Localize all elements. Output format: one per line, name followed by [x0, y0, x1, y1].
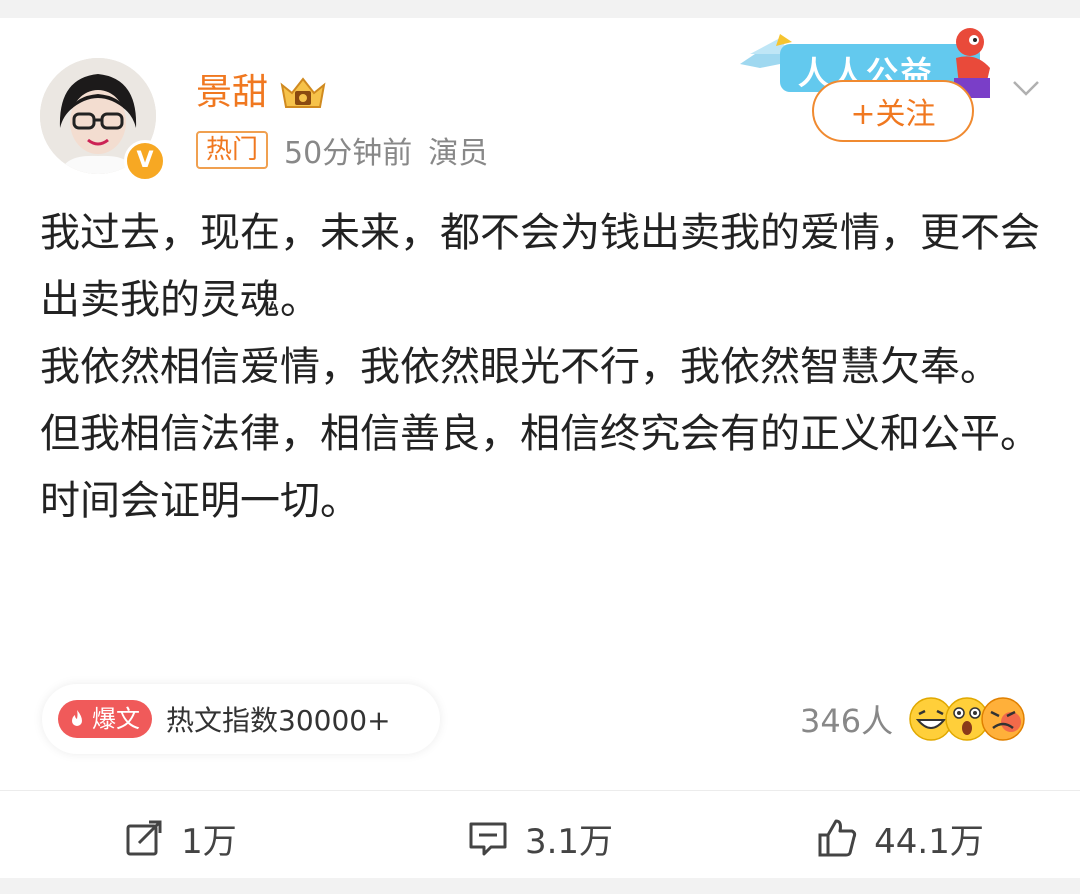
reaction-emojis — [909, 697, 1025, 741]
divider — [0, 790, 1080, 791]
like-count: 44.1万 — [874, 821, 984, 862]
content-line: 我依然相信爱情，我依然眼光不行，我依然智慧欠奉。 — [40, 344, 1000, 390]
post-time: 50分钟前 — [284, 136, 413, 171]
chevron-down-icon[interactable] — [1008, 70, 1044, 106]
thumbs-up-icon — [818, 819, 857, 857]
reaction-count: 346人 — [800, 702, 894, 740]
fire-icon — [72, 710, 82, 726]
action-bar: 1万 3.1万 44.1万 — [0, 806, 1080, 870]
bao-wen-badge: 爆文 — [58, 700, 152, 738]
content-line: 时间会证明一切。 — [40, 478, 360, 524]
comment-icon — [469, 822, 507, 856]
avatar[interactable]: V — [40, 58, 166, 182]
like-button[interactable]: 44.1万 — [720, 806, 1080, 870]
post-meta: 热门 50分钟前 演员 — [196, 130, 489, 171]
verified-icon: V — [124, 140, 166, 182]
crown-icon — [280, 77, 326, 108]
author-role: 演员 — [428, 136, 489, 171]
reactions-summary[interactable]: 346人 — [800, 694, 1027, 744]
angry-emoji-icon — [981, 697, 1025, 741]
content-line: 但我相信法律，相信善良，相信终究会有的正义和公平。 — [40, 411, 1040, 457]
content-line: 我过去，现在，未来，都不会为钱出卖我的爱情，更不会出卖我的灵魂。 — [40, 210, 1040, 323]
repost-count: 1万 — [181, 821, 237, 862]
follow-button[interactable]: +关注 — [812, 80, 974, 142]
top-spacer — [0, 0, 1080, 18]
hot-badge: 热门 — [196, 131, 269, 169]
hot-index-badge[interactable]: 爆文 热文指数30000+ — [42, 684, 440, 754]
bao-wen-label: 爆文 — [92, 705, 140, 733]
post-content[interactable]: 我过去，现在，未来，都不会为钱出卖我的爱情，更不会出卖我的灵魂。 我依然相信爱情… — [40, 200, 1040, 535]
author-name[interactable]: 景甜 — [196, 68, 268, 118]
hot-index-text: 热文指数30000+ — [166, 704, 391, 737]
author-name-row[interactable]: 景甜 — [196, 68, 328, 118]
repost-button[interactable]: 1万 — [0, 806, 360, 870]
comment-count: 3.1万 — [524, 821, 614, 862]
repost-icon — [126, 820, 162, 856]
comment-button[interactable]: 3.1万 — [360, 806, 720, 870]
